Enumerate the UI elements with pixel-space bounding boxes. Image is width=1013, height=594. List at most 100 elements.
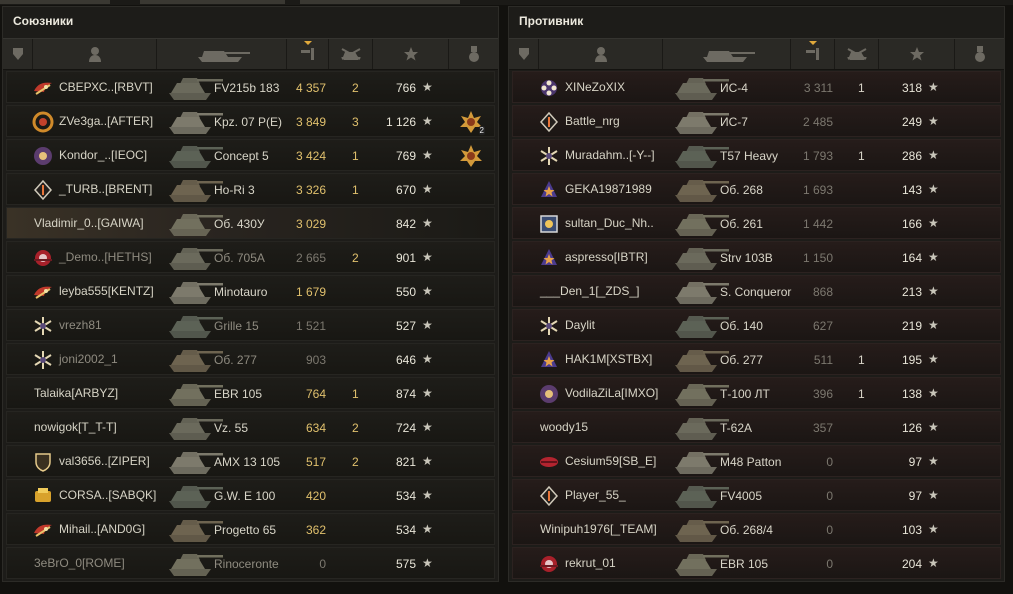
player-row[interactable]: HAK1M[XSTBX] Об. 277 511 1 195 ★ xyxy=(512,343,1001,375)
kills-column[interactable] xyxy=(835,39,879,69)
damage-value: 3 029 xyxy=(295,217,326,231)
flower-badge-icon xyxy=(538,77,560,99)
damage-value: 0 xyxy=(826,523,833,537)
medal-icon xyxy=(468,46,479,62)
player-row[interactable]: sultan_Duc_Nh.. Об. 261 1 442 166 ★ xyxy=(512,207,1001,239)
xp-value: 766 xyxy=(395,81,416,95)
allies-list: СВЕРХС..[RBVT] FV215b 183 4 357 2 766 ★ ZVe3ga… xyxy=(6,71,495,581)
vehicle-column[interactable] xyxy=(663,39,791,69)
medal-column[interactable] xyxy=(955,39,1004,69)
star-icon: ★ xyxy=(422,182,433,196)
red-disc-badge-icon xyxy=(538,553,560,575)
player-row[interactable]: aspresso[IBTR] Strv 103B 1 150 164 ★ xyxy=(512,241,1001,273)
player-row[interactable]: Battle_nrg ИС-7 2 485 249 ★ xyxy=(512,105,1001,137)
xp-value: 534 xyxy=(395,523,416,537)
player-row[interactable]: Winipuh1976[_TEAM] Об. 268/4 0 103 ★ xyxy=(512,513,1001,545)
star-icon: ★ xyxy=(422,80,433,94)
tab-fragment[interactable] xyxy=(140,0,285,4)
player-row[interactable]: val3656..[ZIPER] AMX 13 105 517 2 821 ★ xyxy=(6,445,495,477)
player-row[interactable]: nowigok[T_T-T] Vz. 55 634 2 724 ★ xyxy=(6,411,495,443)
star-icon: ★ xyxy=(928,488,939,502)
player-name: Vladimir_0..[GAIWA] xyxy=(34,216,144,230)
damage-value: 868 xyxy=(812,285,833,299)
player-row[interactable]: 3eBrO_0[ROME] Rinoceronte 0 575 ★ xyxy=(6,547,495,579)
vehicle-column[interactable] xyxy=(157,39,287,69)
player-name: Kondor_..[IEOC] xyxy=(59,148,148,162)
kills-value: 2 xyxy=(352,81,359,95)
damage-value: 1 693 xyxy=(802,183,833,197)
damage-value: 1 442 xyxy=(802,217,833,231)
player-column[interactable] xyxy=(539,39,663,69)
player-row[interactable]: Muradahm..[-Y--] T57 Heavy 1 793 1 286 ★ xyxy=(512,139,1001,171)
xp-icon xyxy=(909,47,924,61)
xp-column[interactable] xyxy=(879,39,955,69)
damage-value: 903 xyxy=(305,353,326,367)
player-row[interactable]: _Demo..[HETHS] Об. 705А 2 665 2 901 ★ xyxy=(6,241,495,273)
player-row[interactable]: _TURB..[BRENT] Ho-Ri 3 3 326 1 670 ★ xyxy=(6,173,495,205)
tank-name: AMX 13 105 xyxy=(214,455,281,469)
star-icon: ★ xyxy=(928,420,939,434)
player-row[interactable]: Talaika[ARBYZ] EBR 105 764 1 874 ★ xyxy=(6,377,495,409)
damage-value: 396 xyxy=(812,387,833,401)
star-icon: ★ xyxy=(928,386,939,400)
player-row[interactable]: leyba555[KENTZ] Minotauro 1 679 550 ★ xyxy=(6,275,495,307)
player-row[interactable]: CORSA..[SABQK] G.W. E 100 420 534 ★ xyxy=(6,479,495,511)
damage-value: 517 xyxy=(305,455,326,469)
kills-value: 1 xyxy=(352,183,359,197)
star-icon: ★ xyxy=(422,114,433,128)
damage-value: 627 xyxy=(812,319,833,333)
tank-name: G.W. E 100 xyxy=(214,489,276,503)
player-row[interactable]: vrezh81 Grille 15 1 521 527 ★ xyxy=(6,309,495,341)
tank-name: Об. 705А xyxy=(214,251,265,265)
damage-value: 511 xyxy=(813,353,833,367)
player-row[interactable]: Daylit Об. 140 627 219 ★ xyxy=(512,309,1001,341)
damage-column[interactable] xyxy=(791,39,835,69)
player-row[interactable]: Player_55_ FV4005 0 97 ★ xyxy=(512,479,1001,511)
player-column[interactable] xyxy=(33,39,157,69)
tab-fragment[interactable] xyxy=(300,0,460,4)
tank-name: Rinoceronte xyxy=(214,557,279,571)
tab-fragment[interactable] xyxy=(0,0,110,4)
player-row[interactable]: Vladimir_0..[GAIWA] Об. 430У 3 029 842 ★ xyxy=(6,207,495,239)
player-row[interactable]: Cesium59[SB_E] M48 Patton 0 97 ★ xyxy=(512,445,1001,477)
player-row[interactable]: VodilaZiLa[IMXO] Т-100 ЛТ 396 1 138 ★ xyxy=(512,377,1001,409)
medal-badge-icon[interactable] xyxy=(459,144,483,168)
medal-badge-icon[interactable]: 2 xyxy=(459,110,485,135)
blue-star-badge-icon xyxy=(538,349,560,371)
platoon-icon xyxy=(518,48,529,60)
xp-value: 821 xyxy=(395,455,416,469)
star-icon: ★ xyxy=(928,148,939,162)
player-row[interactable]: ___Den_1[_ZDS_] S. Conqueror 868 213 ★ xyxy=(512,275,1001,307)
player-name: Talaika[ARBYZ] xyxy=(34,386,119,400)
player-row[interactable]: ZVe3ga..[AFTER] Kpz. 07 P(E) 3 849 3 1 126 ★ 2 xyxy=(6,105,495,137)
player-name: ZVe3ga..[AFTER] xyxy=(59,114,154,128)
platoon-column[interactable] xyxy=(3,39,33,69)
player-row[interactable]: Kondor_..[IEOC] Concept 5 3 424 1 769 ★ xyxy=(6,139,495,171)
player-row[interactable]: Mihail..[AND0G] Progetto 65 362 534 ★ xyxy=(6,513,495,545)
vehicle-icon xyxy=(702,51,755,62)
damage-value: 0 xyxy=(319,557,326,571)
player-row[interactable]: GEKA19871989 Об. 268 1 693 143 ★ xyxy=(512,173,1001,205)
medal-column[interactable] xyxy=(449,39,498,69)
damage-value: 634 xyxy=(305,421,326,435)
sort-indicator-icon xyxy=(808,41,817,45)
player-name: ___Den_1[_ZDS_] xyxy=(540,284,640,298)
player-row[interactable]: joni2002_1 Об. 277 903 646 ★ xyxy=(6,343,495,375)
player-row[interactable]: СВЕРХС..[RBVT] FV215b 183 4 357 2 766 ★ xyxy=(6,71,495,103)
vehicle-icon xyxy=(197,51,250,62)
kills-column[interactable] xyxy=(329,39,373,69)
player-row[interactable]: XINeZoXIX ИС-4 3 311 1 318 ★ xyxy=(512,71,1001,103)
xp-value: 286 xyxy=(901,149,922,163)
cube-badge-icon xyxy=(538,213,560,235)
player-row[interactable]: rekrut_01 EBR 105 0 204 ★ xyxy=(512,547,1001,579)
damage-column[interactable] xyxy=(287,39,329,69)
star-icon: ★ xyxy=(422,454,433,468)
platoon-icon xyxy=(12,48,23,60)
xp-column[interactable] xyxy=(373,39,449,69)
platoon-column[interactable] xyxy=(509,39,539,69)
star-icon: ★ xyxy=(928,250,939,264)
tank-name: Kpz. 07 P(E) xyxy=(214,115,283,129)
xp-value: 318 xyxy=(901,81,922,95)
player-row[interactable]: woody15 T-62A 357 126 ★ xyxy=(512,411,1001,443)
star-icon: ★ xyxy=(928,182,939,196)
